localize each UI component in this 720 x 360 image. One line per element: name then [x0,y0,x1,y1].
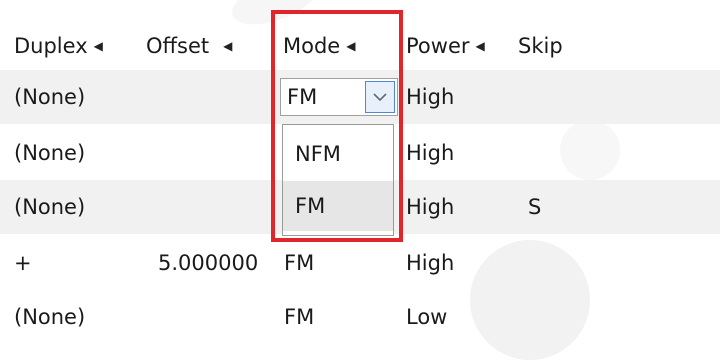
cell-power[interactable]: High [406,180,454,234]
mode-combobox[interactable]: FM [280,78,398,116]
triangle-left-icon: ◀ [475,39,485,53]
cell-duplex[interactable]: (None) [14,290,85,344]
column-header-row: Duplex ◀ Offset ◀ Mode ◀ Power ◀ Skip [0,26,720,66]
cell-duplex[interactable]: (None) [14,70,85,124]
column-header-label: Duplex [14,34,88,58]
memory-channel-grid: Duplex ◀ Offset ◀ Mode ◀ Power ◀ Skip (N… [0,0,720,360]
table-row[interactable]: + 5.000000 FM High [0,236,720,290]
column-header-label: Skip [518,34,563,58]
column-header-label: Power [406,34,470,58]
dropdown-button[interactable] [365,81,395,113]
triangle-left-icon: ◀ [346,39,356,53]
column-header-mode[interactable]: Mode ◀ [283,26,355,66]
column-header-offset[interactable]: Offset ◀ [146,26,232,66]
column-header-power[interactable]: Power ◀ [406,26,485,66]
cell-mode[interactable]: FM [284,290,314,344]
cell-skip[interactable]: S [528,180,541,234]
cell-power[interactable]: Low [406,290,447,344]
cell-power[interactable]: High [406,236,454,290]
cell-mode[interactable]: FM [284,236,314,290]
cell-power[interactable]: High [406,126,454,180]
dropdown-option-nfm[interactable]: NFM [283,129,393,179]
cell-duplex[interactable]: + [14,236,32,290]
cell-duplex[interactable]: (None) [14,180,85,234]
table-row[interactable]: (None) FM Low [0,290,720,344]
chevron-down-icon [373,92,387,101]
column-header-label: Mode [283,34,341,58]
cell-power[interactable]: High [406,70,454,124]
cell-duplex[interactable]: (None) [14,126,85,180]
dropdown-option-fm[interactable]: FM [283,181,393,231]
mode-dropdown-list: NFM FM [282,124,394,236]
triangle-left-icon: ◀ [93,39,103,53]
triangle-left-icon: ◀ [223,39,233,53]
cell-offset[interactable]: 5.000000 [158,236,258,290]
column-header-duplex[interactable]: Duplex ◀ [14,26,103,66]
column-header-skip[interactable]: Skip [518,26,563,66]
column-header-label: Offset [146,34,210,58]
mode-combobox-value: FM [287,85,318,109]
